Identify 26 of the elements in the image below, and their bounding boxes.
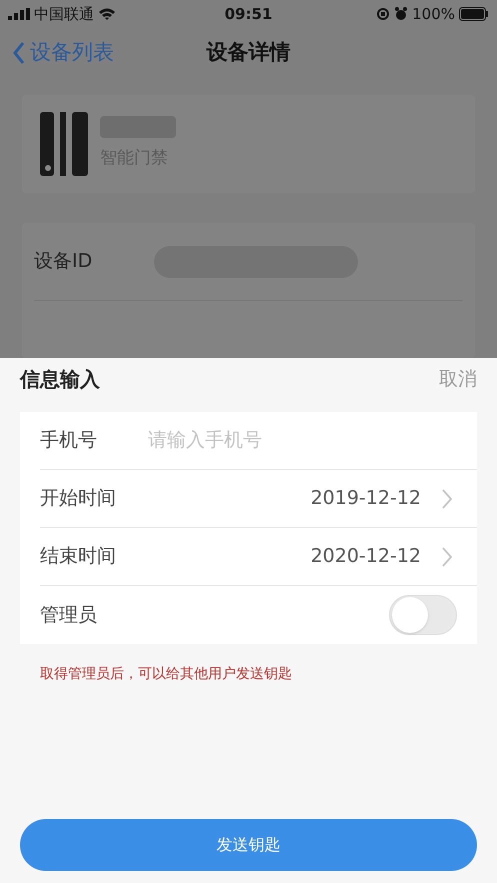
rotation-lock-icon	[376, 7, 390, 22]
wifi-icon	[98, 7, 116, 22]
sheet-title: 信息输入	[20, 366, 100, 393]
admin-switch[interactable]	[389, 595, 457, 635]
date-value[interactable]: 2020-12-12	[310, 542, 421, 571]
phone-input[interactable]: 请输入手机号	[148, 426, 477, 455]
field-label: 管理员	[40, 602, 98, 628]
chevron-icon	[441, 488, 453, 510]
back-chevron-icon	[12, 40, 26, 65]
hint-text: 取得管理员后，可以给其他用户发送钥匙	[40, 665, 293, 684]
field-label: 手机号	[40, 428, 98, 454]
date-value[interactable]: 2019-12-12	[310, 484, 421, 513]
battery-icon	[459, 7, 489, 22]
row-label: 设备ID	[34, 249, 94, 274]
field-label: 开始时间	[40, 486, 117, 512]
battery-percent: 100%	[412, 4, 455, 26]
chevron-icon	[441, 546, 453, 568]
status-time: 09:51	[224, 4, 274, 26]
carrier-name: 中国联通	[34, 4, 94, 26]
cancel-button[interactable]: 取消	[439, 364, 477, 394]
send-key-button[interactable]: 发送钥匙	[20, 819, 477, 871]
door-access-icon	[40, 112, 88, 176]
signal-icon	[8, 8, 30, 20]
page-title: 设备详情	[206, 39, 290, 66]
field-label: 结束时间	[40, 544, 117, 570]
back-button[interactable]: 设备列表	[0, 37, 114, 69]
